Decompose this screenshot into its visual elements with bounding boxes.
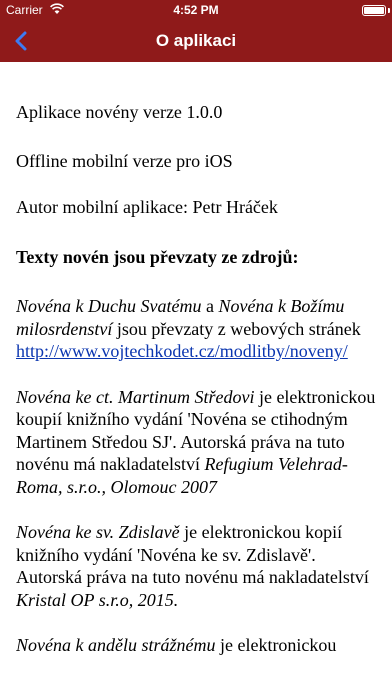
sources-heading: Texty novén jsou převzaty ze zdrojů:: [16, 246, 299, 267]
novena-title: Novéna ke ct. Martinum Středovi: [16, 386, 255, 407]
version-text: Aplikace novény verze 1.0.0: [16, 102, 223, 122]
source-link[interactable]: http://www.vojtechkodet.cz/modlitby/nove…: [16, 341, 348, 361]
status-bar: Carrier 4:52 PM: [0, 0, 392, 20]
novena-title: Novéna k andělu strážnému: [16, 635, 216, 655]
about-content: Aplikace novény verze 1.0.0 Offline mobi…: [16, 62, 378, 696]
text-span: jsou převzaty z webových stránek: [112, 318, 361, 339]
offline-text: Offline mobilní verze pro iOS: [16, 150, 233, 171]
source-paragraph-2: Novéna ke ct. Martinum Středovi je elekt…: [16, 386, 378, 499]
author-text: Autor mobilní aplikace: Petr Hráček: [16, 197, 278, 217]
text-span: je elektronickou: [215, 635, 337, 655]
navigation-bar: O aplikaci: [0, 20, 392, 62]
clock: 4:52 PM: [173, 3, 219, 17]
source-paragraph-4: Novéna k andělu strážnému je elektronick…: [16, 634, 378, 657]
source-paragraph-3: Novéna ke sv. Zdislavě je elektronickou …: [16, 521, 378, 611]
source-paragraph-1: Novéna k Duchu Svatému a Novéna k Božímu…: [16, 295, 378, 363]
novena-title: Novéna ke sv. Zdislavě: [16, 522, 180, 542]
text-span: a: [201, 296, 219, 316]
publisher-name: Kristal OP s.r.o, 2015.: [16, 589, 179, 610]
app-header: Carrier 4:52 PM O aplikaci: [0, 0, 392, 62]
novena-title: Novéna k Duchu Svatému: [16, 296, 202, 316]
battery-tip: [388, 8, 390, 13]
battery-icon: [362, 5, 386, 16]
page-title: O aplikaci: [155, 31, 237, 50]
battery-level: [364, 7, 384, 14]
